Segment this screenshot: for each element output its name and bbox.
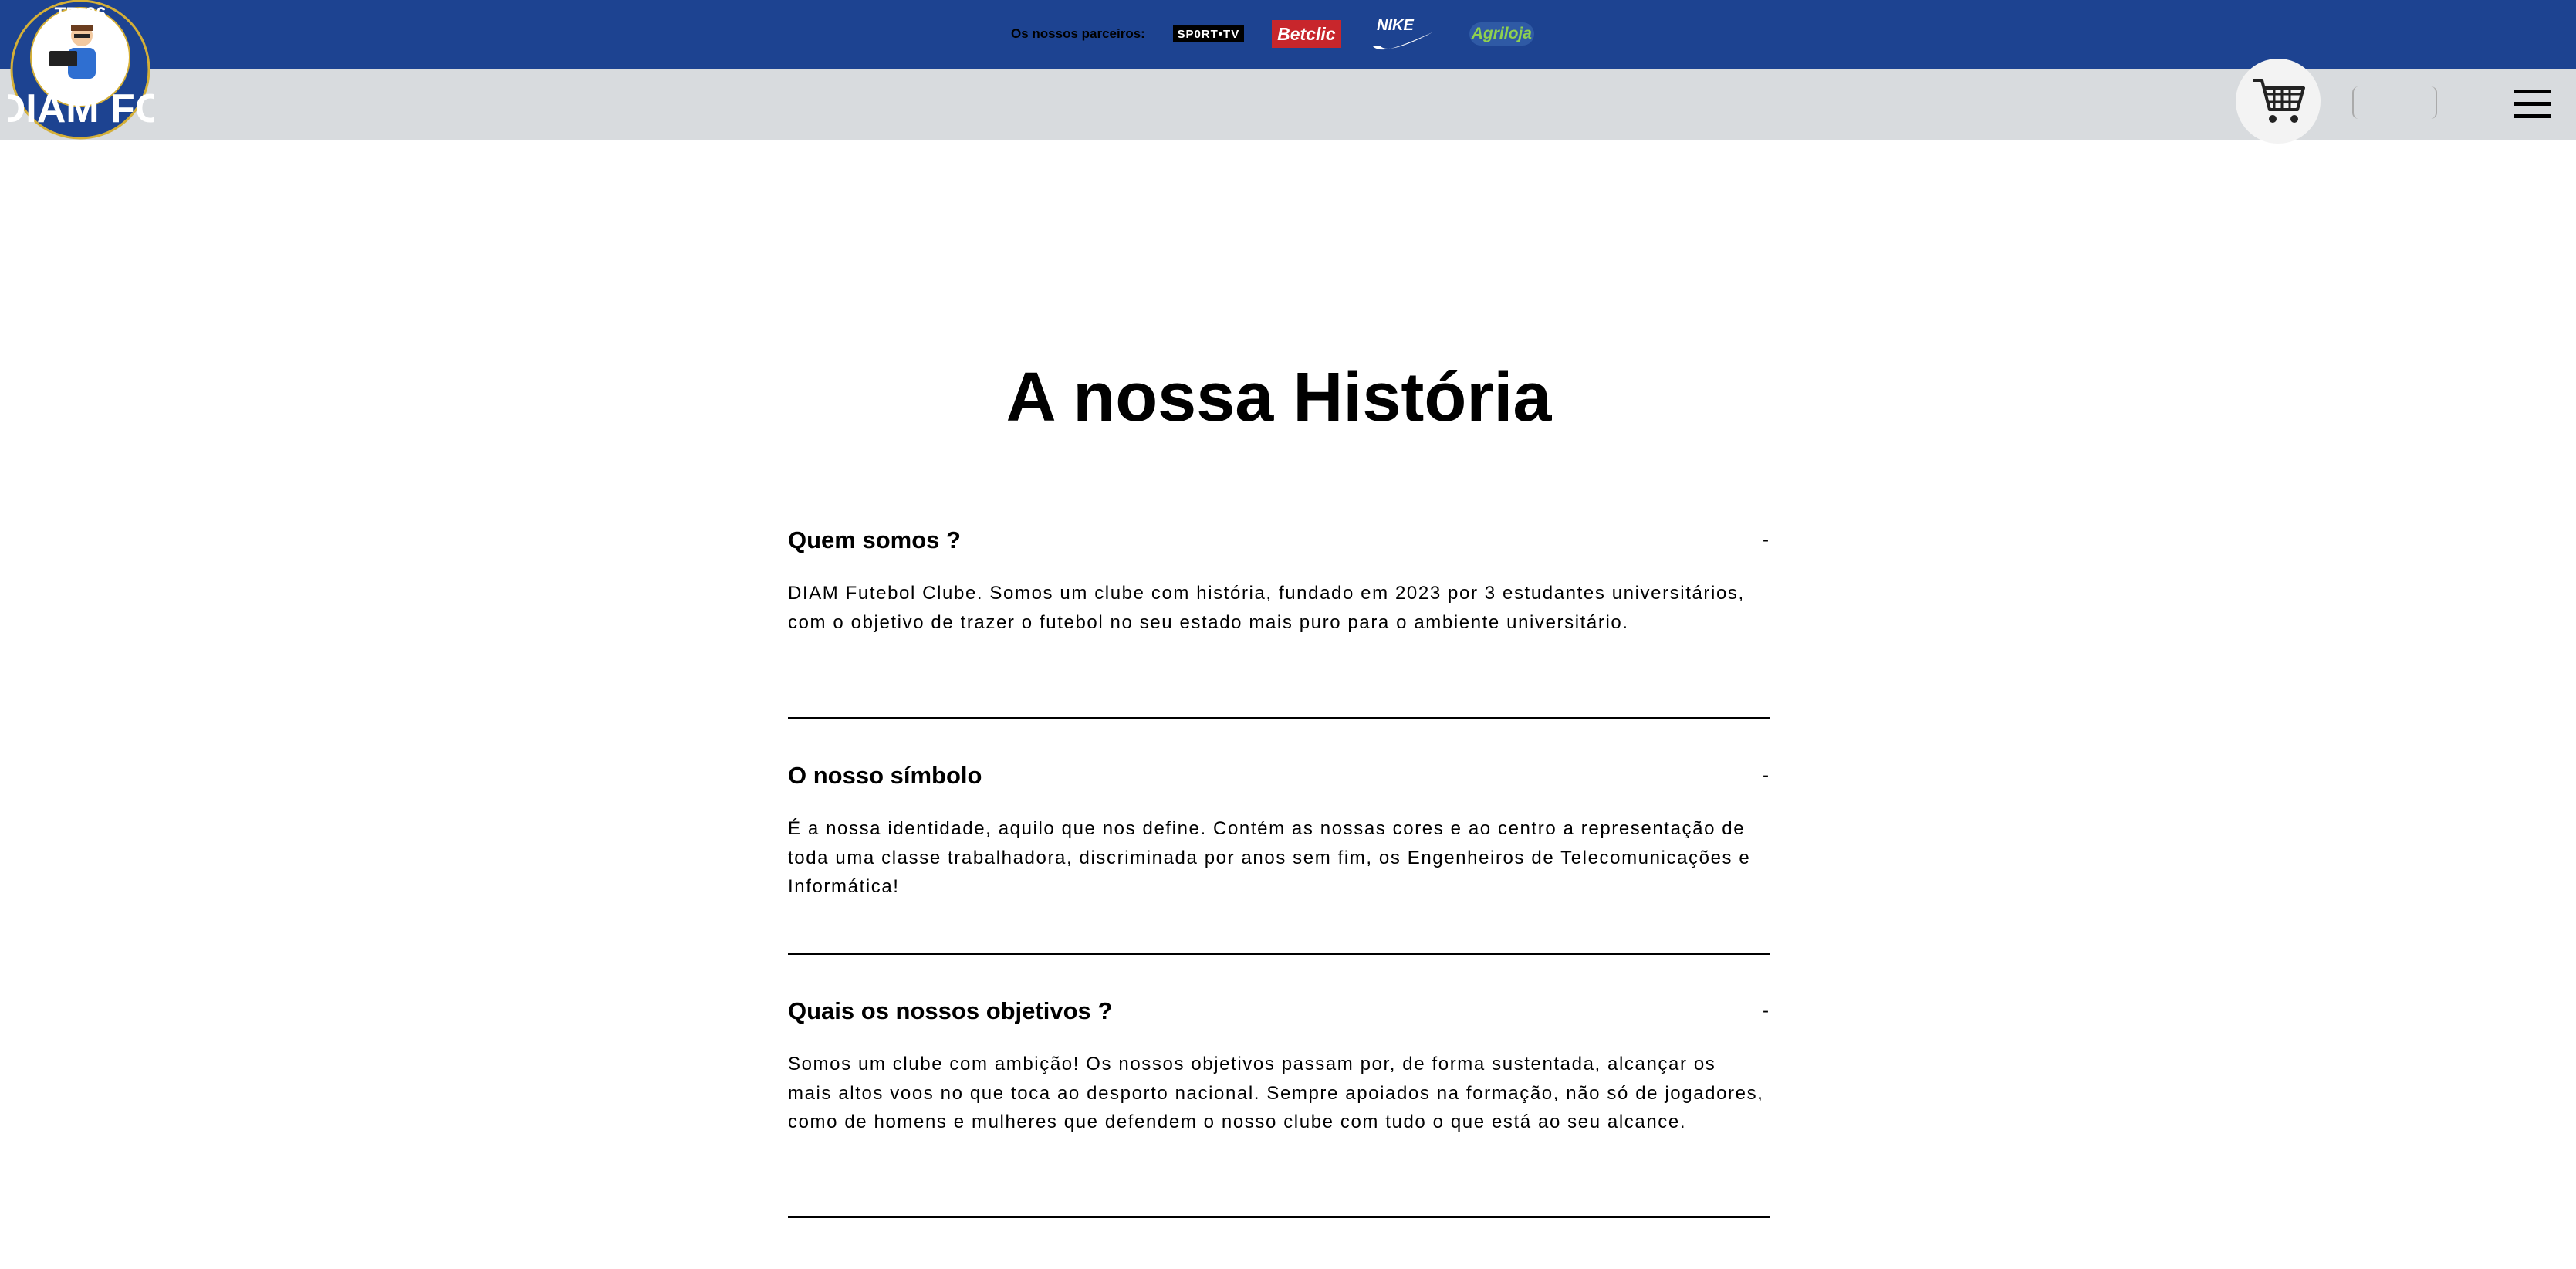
partners-list: Os nossos parceiros: SP0RT•TV Betclic NI… [1011, 17, 1534, 51]
faq-answer: É a nossa identidade, aquilo que nos def… [788, 818, 1751, 897]
faq-divider [788, 953, 1770, 955]
page-title: A nossa História [1006, 359, 1552, 436]
faq-item-objetivos: Quais os nossos objetivos ? - Somos um c… [788, 996, 1770, 1137]
faq-question[interactable]: Quem somos ? [788, 526, 961, 554]
faq-answer: DIAM Futebol Clube. Somos um clube com h… [788, 583, 1745, 633]
main-navbar [0, 69, 2576, 140]
faq-question[interactable]: Quais os nossos objetivos ? [788, 997, 1112, 1025]
faq-divider [788, 1216, 1770, 1218]
faq-question-row[interactable]: Quais os nossos objetivos ? - [788, 996, 1770, 1027]
hamburger-menu-icon[interactable] [2514, 90, 2553, 120]
agriloja-logo[interactable]: Agriloja [1469, 22, 1534, 46]
faq-item-simbolo: O nosso símbolo - É a nossa identidade, … [788, 760, 1770, 902]
shopping-cart-button[interactable] [2236, 59, 2321, 144]
faq-question-row[interactable]: O nosso símbolo - [788, 760, 1770, 791]
partners-label: Os nossos parceiros: [1011, 26, 1145, 41]
faq-question[interactable]: O nosso símbolo [788, 762, 982, 790]
partners-bar: Os nossos parceiros: SP0RT•TV Betclic NI… [0, 0, 2576, 69]
account-button[interactable] [2352, 86, 2437, 119]
sport-tv-logo[interactable]: SP0RT•TV [1172, 25, 1244, 42]
collapse-toggle-icon[interactable]: - [1763, 530, 1770, 551]
faq-divider [788, 717, 1770, 719]
faq-question-row[interactable]: Quem somos ? - [788, 525, 1770, 556]
svg-text:DIAM FC: DIAM FC [8, 86, 154, 131]
shopping-cart-icon [2253, 79, 2305, 123]
faq-item-quem-somos: Quem somos ? - DIAM Futebol Clube. Somos… [788, 525, 1770, 637]
collapse-toggle-icon[interactable]: - [1763, 1000, 1770, 1022]
collapse-toggle-icon[interactable]: - [1763, 765, 1770, 787]
nike-logo[interactable]: NIKE [1369, 15, 1435, 53]
club-crest-icon[interactable]: TB-06 DIAM FC [0, 0, 164, 140]
faq-answer: Somos um clube com ambição! Os nossos ob… [788, 1054, 1764, 1132]
betclic-logo[interactable]: Betclic [1271, 20, 1341, 48]
svg-text:TB-06: TB-06 [55, 4, 106, 25]
svg-text:NIKE: NIKE [1377, 17, 1414, 34]
